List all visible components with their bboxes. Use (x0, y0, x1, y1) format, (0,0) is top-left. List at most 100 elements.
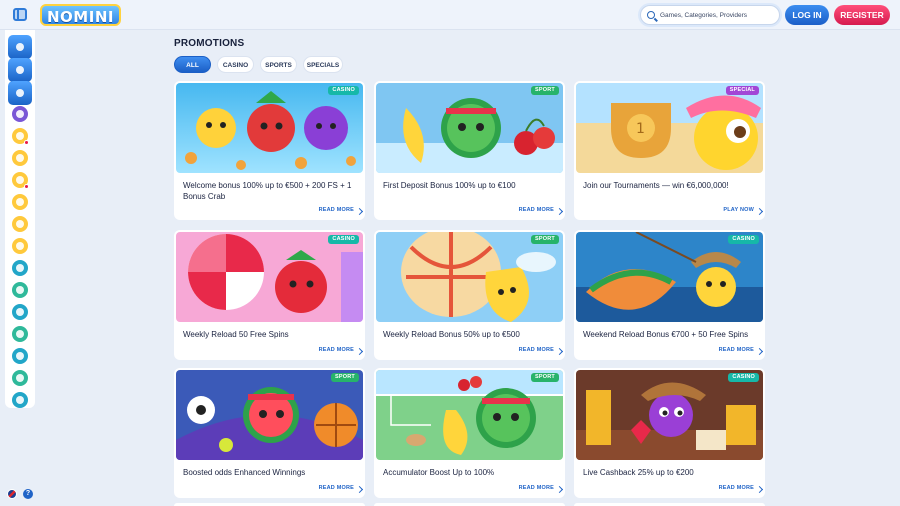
promotions-icon (16, 176, 24, 184)
star-icon (16, 242, 24, 250)
sidebar-item-shop[interactable] (12, 216, 28, 232)
sidebar-item-soccer[interactable] (12, 304, 28, 320)
casino-chip-icon (16, 66, 24, 74)
sidebar-item-support[interactable] (12, 392, 28, 408)
promo-title: Weekly Reload 50 Free Spins (183, 330, 289, 339)
sidebar-item-tv[interactable] (12, 348, 28, 364)
promo-title: Weekly Reload Bonus 50% up to €500 (383, 330, 520, 339)
top-header: NOMINI LOG IN REGISTER (0, 0, 900, 30)
category-badge: CASINO (328, 86, 359, 95)
chevron-right-icon[interactable] (555, 485, 564, 494)
soccer-icon (16, 308, 24, 316)
register-button[interactable]: REGISTER (834, 5, 890, 25)
read-more-link[interactable]: READ MORE (519, 207, 554, 213)
lightbulb-icon (16, 154, 24, 162)
sidebar-item-home[interactable] (8, 35, 32, 59)
promo-card-accumulator-boost[interactable]: SPORT Accumulator Boost Up to 100% READ MO… (374, 368, 565, 498)
promo-image[interactable]: CASINO (176, 83, 363, 173)
category-badge: CASINO (728, 235, 759, 244)
support-icon (16, 396, 24, 404)
notification-badge (24, 184, 29, 189)
promo-title: Accumulator Boost Up to 100% (383, 468, 495, 477)
promo-card-weekend-reload[interactable]: CASINO Weekend Reload Bonus €700 + 50 Fre… (574, 230, 765, 360)
promo-image[interactable]: SPORT (376, 232, 563, 322)
promo-image[interactable]: CASINO (576, 370, 763, 460)
promo-image[interactable]: SPORT (376, 370, 563, 460)
sidebar-item-casino-chip[interactable] (8, 58, 32, 82)
read-more-link[interactable]: READ MORE (319, 347, 354, 353)
sidebar-footer: ? (5, 489, 35, 501)
chevron-right-icon[interactable] (355, 485, 364, 494)
chevron-right-icon[interactable] (555, 347, 564, 356)
promo-card-live-cashback[interactable]: CASINO Live Cashback 25% up to €200 READ M… (574, 368, 765, 498)
sidebar-item-lightbulb[interactable] (12, 150, 28, 166)
sidebar-item-promotions[interactable] (12, 172, 29, 189)
promo-image[interactable]: SPORT (176, 370, 363, 460)
sidebar (5, 30, 35, 408)
promo-title: Welcome bonus 100% up to €500 + 200 FS +… (183, 181, 352, 201)
sidebar-item-trophy[interactable] (12, 194, 28, 210)
chevron-right-icon[interactable] (555, 207, 564, 216)
promo-title: Live Cashback 25% up to €200 (583, 468, 694, 477)
sidebar-item-sports-ball[interactable] (8, 81, 32, 105)
chevron-right-icon[interactable] (755, 485, 764, 494)
promo-title: Weekend Reload Bonus €700 + 50 Free Spin… (583, 330, 749, 339)
promo-image[interactable]: 1 SPECIAL (576, 83, 763, 173)
search-box[interactable] (640, 5, 780, 25)
promo-card-weekly-reload-sport[interactable]: SPORT Weekly Reload Bonus 50% up to €500 R… (374, 230, 565, 360)
tab-sports[interactable]: SPORTS (260, 56, 297, 73)
login-button[interactable]: LOG IN (785, 5, 829, 25)
category-badge: CASINO (328, 235, 359, 244)
sidebar-item-chat[interactable] (12, 260, 28, 276)
promo-card-boosted-odds[interactable]: SPORT Boosted odds Enhanced Winnings READ … (174, 368, 365, 498)
category-badge: SPECIAL (725, 86, 759, 95)
chart-icon (16, 374, 24, 382)
target-icon (16, 330, 24, 338)
promo-card-tournaments[interactable]: 1 SPECIAL Join our Tournaments — win €6,00… (574, 81, 765, 220)
play-now-link[interactable]: PLAY NOW (723, 207, 754, 213)
promo-card-weekly-reload-spins[interactable]: CASINO Weekly Reload 50 Free Spins READ MO… (174, 230, 365, 360)
search-input[interactable] (660, 11, 778, 19)
chevron-right-icon[interactable] (755, 207, 764, 216)
help-icon[interactable]: ? (23, 489, 33, 499)
nomini-logo[interactable]: NOMINI (40, 4, 121, 26)
read-more-link[interactable]: READ MORE (519, 347, 554, 353)
search-icon (647, 11, 655, 19)
promo-title: Boosted odds Enhanced Winnings (183, 468, 306, 477)
cards-icon (16, 286, 24, 294)
sidebar-item-star[interactable] (12, 238, 28, 254)
trophy-icon (16, 198, 24, 206)
home-icon (16, 43, 24, 51)
read-more-link[interactable]: READ MORE (319, 485, 354, 491)
promo-image[interactable]: CASINO (176, 232, 363, 322)
chevron-right-icon[interactable] (355, 207, 364, 216)
category-badge: SPORT (531, 86, 559, 95)
sidebar-item-gift[interactable] (12, 128, 29, 145)
read-more-link[interactable]: READ MORE (719, 347, 754, 353)
sidebar-item-target[interactable] (12, 326, 28, 342)
category-badge: CASINO (728, 373, 759, 382)
chevron-right-icon[interactable] (755, 347, 764, 356)
tab-all[interactable]: ALL (174, 56, 211, 73)
promo-card-welcome-bonus[interactable]: CASINO Welcome bonus 100% up to €500 + 20… (174, 81, 365, 220)
svg-text:1: 1 (636, 121, 645, 137)
sidebar-item-cards[interactable] (12, 282, 28, 298)
gift-icon (16, 132, 24, 140)
read-more-link[interactable]: READ MORE (519, 485, 554, 491)
chat-icon (16, 264, 24, 272)
tv-icon (16, 352, 24, 360)
tab-casino[interactable]: CASINO (217, 56, 254, 73)
promo-image[interactable]: CASINO (576, 232, 763, 322)
promo-image[interactable]: SPORT (376, 83, 563, 173)
menu-toggle-icon[interactable] (13, 8, 27, 21)
tab-specials[interactable]: SPECIALS (303, 56, 343, 73)
language-flag-icon[interactable] (7, 489, 17, 499)
sidebar-item-dice[interactable] (12, 106, 28, 122)
promo-card-first-deposit[interactable]: SPORT First Deposit Bonus 100% up to €100… (374, 81, 565, 220)
chevron-right-icon[interactable] (355, 347, 364, 356)
read-more-link[interactable]: READ MORE (319, 207, 354, 213)
read-more-link[interactable]: READ MORE (719, 485, 754, 491)
promo-tabs: ALL CASINO SPORTS SPECIALS (174, 56, 343, 73)
sidebar-item-chart[interactable] (12, 370, 28, 386)
shop-icon (16, 220, 24, 228)
